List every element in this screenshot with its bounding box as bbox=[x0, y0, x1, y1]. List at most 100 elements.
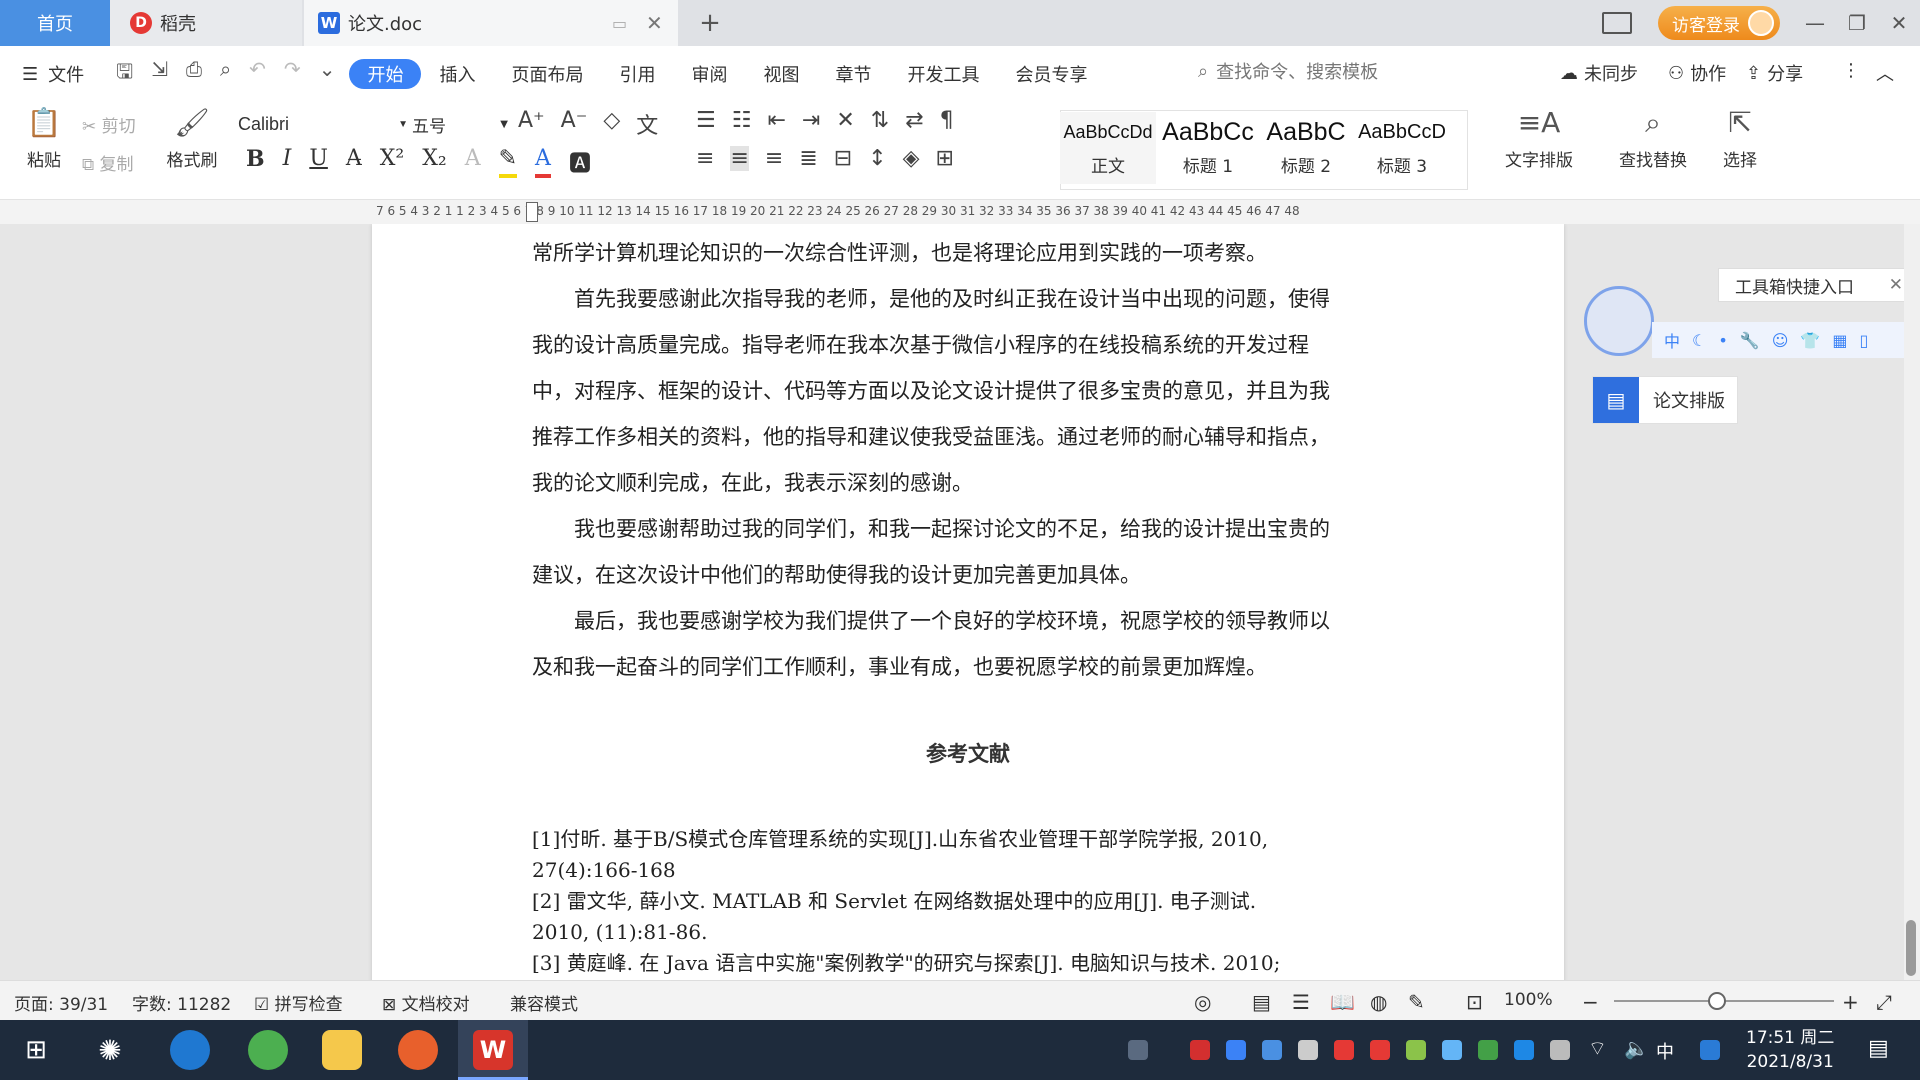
wrench-icon[interactable]: 🔧 bbox=[1740, 331, 1760, 350]
grid-icon[interactable]: ▦ bbox=[1832, 331, 1847, 350]
voice-icon[interactable]: • bbox=[1718, 331, 1727, 350]
fit-page-icon[interactable]: ⊡ bbox=[1466, 990, 1483, 1014]
menu-start[interactable]: 开始 bbox=[349, 59, 422, 89]
bullet-list-icon[interactable]: ☰ bbox=[696, 108, 716, 133]
text-effect-icon[interactable]: A bbox=[465, 146, 481, 178]
close-tab-icon[interactable]: ✕ bbox=[646, 11, 663, 35]
italic-icon[interactable]: I bbox=[283, 146, 292, 178]
find-replace-button[interactable]: ⌕ 查找替换 bbox=[1610, 106, 1696, 171]
tray-app-icon[interactable] bbox=[1190, 1040, 1210, 1060]
login-button[interactable]: 访客登录 bbox=[1658, 6, 1780, 40]
scrollbar-thumb[interactable] bbox=[1906, 920, 1916, 976]
moon-icon[interactable]: ☾ bbox=[1692, 331, 1706, 350]
new-tab-button[interactable]: + bbox=[690, 0, 730, 46]
file-menu[interactable]: ☰ 文件 bbox=[0, 59, 102, 89]
decrease-indent-icon[interactable]: ⇤ bbox=[767, 108, 785, 133]
app-mascot-icon[interactable] bbox=[398, 1030, 438, 1070]
subscript-icon[interactable]: X₂ bbox=[422, 146, 446, 178]
tray-app-icon[interactable] bbox=[1370, 1040, 1390, 1060]
borders-icon[interactable]: ⊞ bbox=[936, 146, 954, 171]
style-heading-3[interactable]: AaBbCcD 标题 3 bbox=[1354, 112, 1450, 184]
tray-app-icon[interactable] bbox=[1700, 1040, 1720, 1060]
web-view-icon[interactable]: ◍ bbox=[1370, 990, 1387, 1014]
redo-icon[interactable]: ↷ bbox=[284, 57, 301, 91]
align-left-icon[interactable]: ≡ bbox=[696, 146, 714, 171]
copy-button[interactable]: ⧉ 复制 bbox=[82, 150, 134, 175]
zoom-slider-thumb[interactable] bbox=[1708, 992, 1726, 1010]
file-explorer-icon[interactable] bbox=[322, 1030, 362, 1070]
clear-format-icon[interactable]: ◇ bbox=[603, 108, 620, 140]
notification-icon[interactable]: ▤ bbox=[1868, 1036, 1889, 1061]
menu-developer[interactable]: 开发工具 bbox=[889, 59, 997, 89]
collaborate-button[interactable]: ⚇ 协作 bbox=[1668, 60, 1726, 86]
tab-daoke[interactable]: D 稻壳 bbox=[110, 0, 302, 46]
spellcheck-button[interactable]: ☑ 拼写检查 bbox=[254, 990, 343, 1015]
tray-bell-icon[interactable] bbox=[1298, 1040, 1318, 1060]
wifi-icon[interactable]: ⌔ bbox=[1588, 1036, 1607, 1061]
align-right-icon[interactable]: ≡ bbox=[765, 146, 783, 171]
eye-protect-icon[interactable]: ◎ bbox=[1194, 990, 1211, 1014]
share-button[interactable]: ⇪ 分享 bbox=[1746, 60, 1803, 86]
customize-icon[interactable]: ⌄ bbox=[319, 57, 336, 91]
menu-review[interactable]: 审阅 bbox=[673, 59, 745, 89]
print-icon[interactable]: ⎙ bbox=[186, 57, 202, 91]
bold-icon[interactable]: B bbox=[246, 146, 265, 178]
grow-font-icon[interactable]: A⁺ bbox=[518, 108, 545, 140]
cut-button[interactable]: ✂ 剪切 bbox=[82, 112, 136, 137]
text-direction-icon[interactable]: ⇄ bbox=[905, 108, 923, 133]
word-count[interactable]: 字数: 11282 bbox=[132, 990, 231, 1015]
minimize-icon[interactable]: — bbox=[1800, 8, 1830, 38]
tab-document[interactable]: W 论文.doc ▭ ✕ bbox=[304, 0, 678, 46]
wps-taskbar-item[interactable]: W bbox=[458, 1020, 528, 1080]
tray-app-icon[interactable] bbox=[1406, 1040, 1426, 1060]
assistant-robot-icon[interactable] bbox=[1584, 286, 1654, 356]
vertical-scrollbar[interactable] bbox=[1904, 224, 1920, 980]
doc-check-button[interactable]: ⊠ 文档校对 bbox=[382, 990, 470, 1015]
indent-marker[interactable] bbox=[526, 202, 538, 222]
tray-battery-icon[interactable] bbox=[1550, 1040, 1570, 1060]
menu-insert[interactable]: 插入 bbox=[421, 59, 493, 89]
restore-icon[interactable]: ❐ bbox=[1842, 8, 1872, 38]
menu-chapter[interactable]: 章节 bbox=[817, 59, 889, 89]
ie-browser-icon[interactable] bbox=[170, 1030, 210, 1070]
font-size-select[interactable]: 五号 ▼ bbox=[412, 110, 508, 138]
chinese-layout-icon[interactable]: ✕ bbox=[836, 108, 854, 133]
emoji-icon[interactable]: ☺ bbox=[1772, 331, 1789, 350]
fullscreen-icon[interactable]: ⤢ bbox=[1876, 990, 1892, 1014]
browser-360-icon[interactable] bbox=[248, 1030, 288, 1070]
more-icon[interactable]: ⋮ bbox=[1842, 60, 1860, 81]
thesis-layout-button[interactable]: ▤ 论文排版 bbox=[1592, 376, 1738, 424]
document-page[interactable]: 常所学计算机理论知识的一次综合性评测，也是将理论应用到实践的一项考察。 首先我要… bbox=[372, 224, 1564, 980]
undo-icon[interactable]: ↶ bbox=[249, 57, 266, 91]
app-pinwheel-icon[interactable]: ✺ bbox=[90, 1030, 130, 1070]
superscript-icon[interactable]: X² bbox=[380, 146, 404, 178]
underline-icon[interactable]: U bbox=[309, 146, 328, 178]
chinese-input-icon[interactable]: 中 bbox=[1664, 328, 1680, 352]
page-view-icon[interactable]: ▤ bbox=[1252, 990, 1271, 1014]
toolbox-shortcut[interactable]: 工具箱快捷入口 ✕ bbox=[1718, 268, 1912, 302]
shrink-font-icon[interactable]: A⁻ bbox=[561, 108, 588, 140]
command-search[interactable]: ⌕ 查找命令、搜索模板 bbox=[1198, 58, 1378, 84]
strikethrough-icon[interactable]: A̶ bbox=[346, 146, 362, 178]
skin-icon[interactable]: 👕 bbox=[1800, 331, 1820, 350]
font-name-select[interactable]: Calibri ▼ bbox=[238, 110, 408, 138]
zoom-in-icon[interactable]: + bbox=[1842, 990, 1859, 1014]
tray-app-icon[interactable] bbox=[1442, 1040, 1462, 1060]
tray-shield-icon[interactable] bbox=[1262, 1040, 1282, 1060]
style-normal[interactable]: AaBbCcDd 正文 bbox=[1060, 112, 1156, 184]
shading-icon[interactable]: ◈ bbox=[903, 146, 920, 171]
style-heading-1[interactable]: AaBbCc 标题 1 bbox=[1160, 112, 1256, 184]
export-icon[interactable]: ⇲ bbox=[151, 57, 168, 91]
format-painter-button[interactable]: 🖌 格式刷 bbox=[160, 106, 224, 171]
numbered-list-icon[interactable]: ☷ bbox=[732, 108, 752, 133]
show-marks-icon[interactable]: ¶ bbox=[940, 108, 954, 133]
align-center-icon[interactable]: ≡ bbox=[730, 146, 749, 171]
sync-button[interactable]: ☁ 未同步 bbox=[1560, 60, 1638, 86]
layout-icon[interactable] bbox=[1602, 12, 1632, 34]
phonetic-icon[interactable]: 文 bbox=[636, 108, 658, 140]
tray-app-icon[interactable] bbox=[1334, 1040, 1354, 1060]
select-button[interactable]: ⇱ 选择 bbox=[1712, 106, 1768, 171]
tray-app-icon[interactable] bbox=[1226, 1040, 1246, 1060]
horizontal-ruler[interactable]: 7 6 5 4 3 2 1 1 2 3 4 5 6 7 8 9 10 11 12… bbox=[0, 200, 1920, 224]
distributed-icon[interactable]: ⊟ bbox=[834, 146, 852, 171]
